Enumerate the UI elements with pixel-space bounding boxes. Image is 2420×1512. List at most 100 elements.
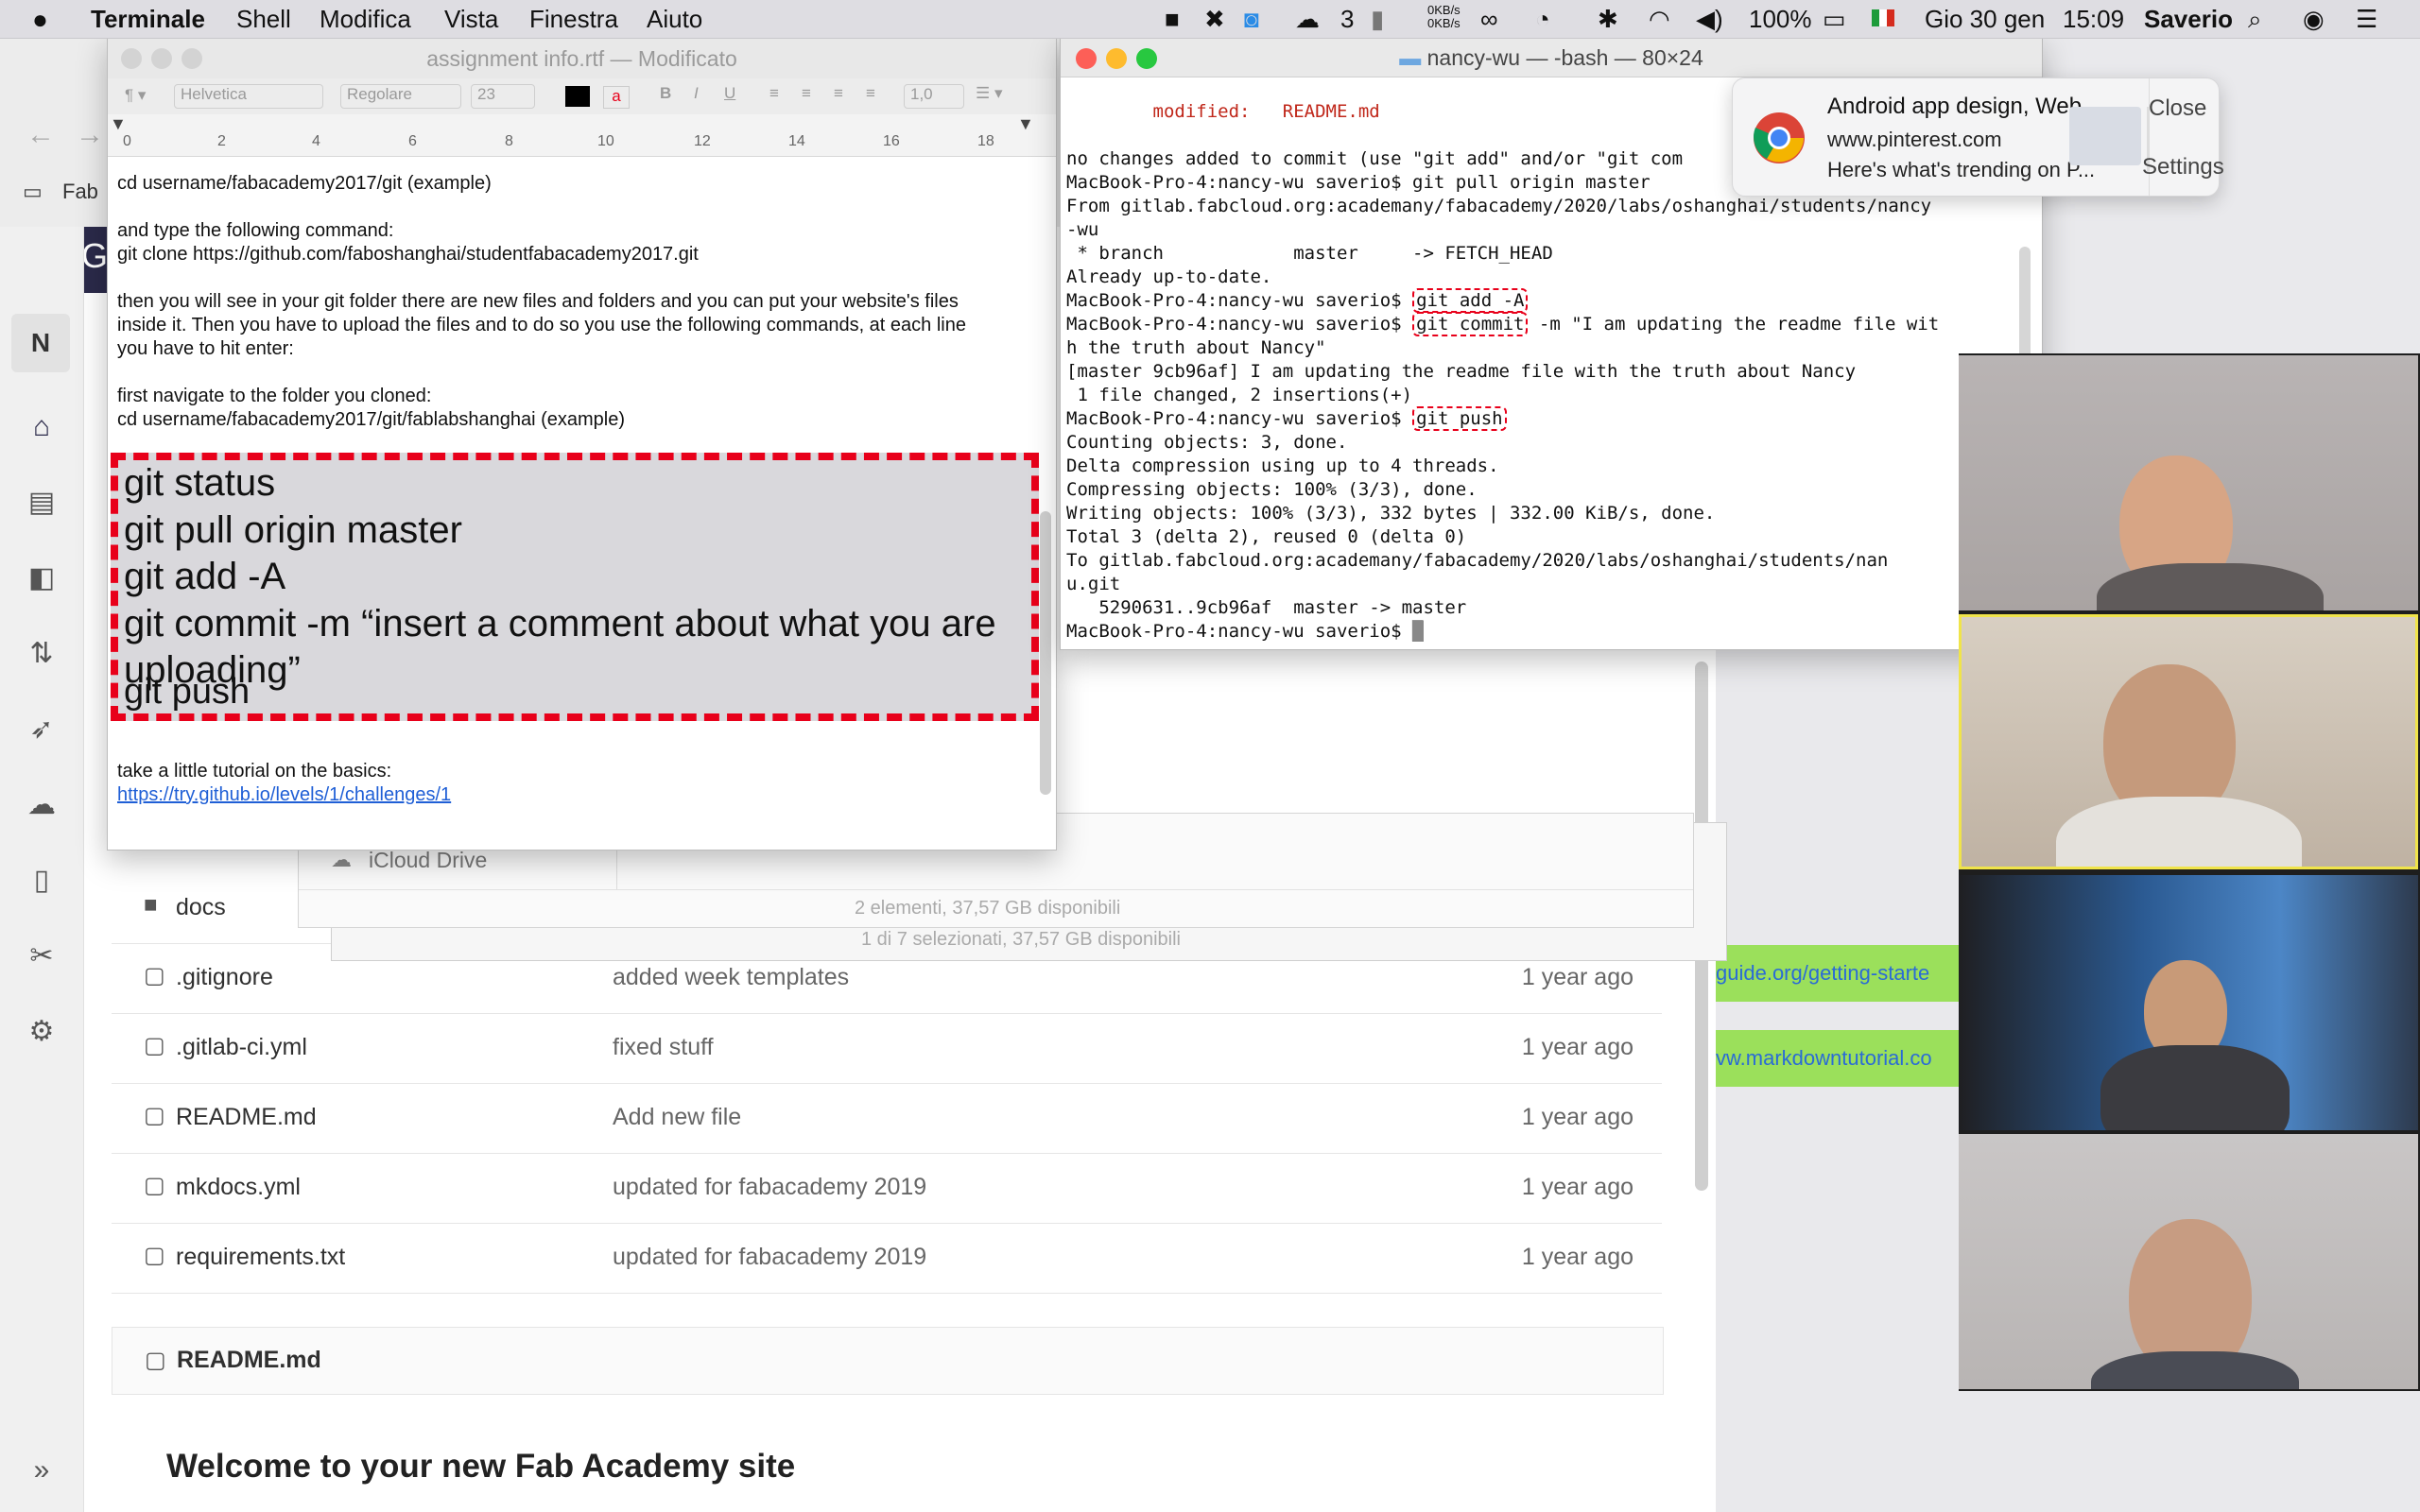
infinity-icon[interactable]: ∞ bbox=[1480, 5, 1498, 34]
menu-shell[interactable]: Shell bbox=[236, 5, 291, 34]
left-margin-marker-icon[interactable]: ▼ bbox=[110, 114, 127, 134]
highlight-color-icon[interactable]: a bbox=[603, 86, 630, 109]
command-line[interactable]: git push bbox=[124, 672, 250, 713]
doc-line[interactable]: cd username/fabacademy2017/git (example) bbox=[117, 173, 492, 195]
bookmark-fab[interactable]: Fab bbox=[62, 180, 98, 204]
menu-aiuto[interactable]: Aiuto bbox=[647, 5, 702, 34]
menubar-date[interactable]: Gio 30 gen bbox=[1925, 5, 2045, 34]
command-line[interactable]: git commit -m “insert a comment about wh… bbox=[124, 603, 996, 645]
textedit-titlebar[interactable]: assignment info.rtf — Modificato bbox=[108, 39, 1056, 78]
ruler[interactable]: 0 2 4 6 8 10 12 14 16 18 ▼ ▼ bbox=[108, 114, 1056, 157]
file-name[interactable]: requirements.txt bbox=[176, 1244, 345, 1271]
home-icon[interactable]: ⌂ bbox=[23, 408, 60, 446]
table-row[interactable]: ▢ requirements.txt updated for fabacadem… bbox=[112, 1223, 1662, 1294]
scissors-icon[interactable]: ✂ bbox=[23, 937, 60, 975]
close-window-icon[interactable] bbox=[121, 48, 142, 69]
align-center-icon[interactable]: ≡ bbox=[802, 84, 811, 103]
textedit-scrollbar[interactable] bbox=[1040, 511, 1051, 795]
cloud-icon[interactable]: ☁ bbox=[23, 786, 60, 824]
link-markdown-tutorial[interactable]: vw.markdowntutorial.co bbox=[1716, 1030, 1959, 1087]
bookmark-folder-icon[interactable]: ▭ bbox=[23, 180, 43, 204]
video-tile-4[interactable] bbox=[1959, 1134, 2418, 1389]
paragraph-style-icon[interactable]: ¶ ▾ bbox=[125, 86, 146, 105]
forward-icon[interactable]: → bbox=[76, 119, 104, 151]
file-name[interactable]: docs bbox=[176, 894, 226, 921]
apple-icon[interactable]: ● bbox=[32, 5, 48, 35]
command-line[interactable]: git pull origin master bbox=[124, 509, 462, 552]
bluetooth-icon[interactable]: ✱ bbox=[1598, 5, 1618, 34]
screen-record-icon[interactable]: ■ bbox=[1165, 5, 1180, 34]
document-icon[interactable]: ▤ bbox=[23, 484, 60, 522]
doc-line[interactable]: and type the following command: bbox=[117, 220, 393, 242]
doc-line[interactable]: first navigate to the folder you cloned: bbox=[117, 386, 431, 407]
bold-button[interactable]: B bbox=[660, 84, 671, 103]
font-style-select[interactable]: Regolare bbox=[340, 84, 461, 109]
video-tile-2-active-speaker[interactable] bbox=[1959, 614, 2418, 869]
menu-app-name[interactable]: Terminale bbox=[91, 5, 205, 34]
time-machine-icon[interactable]: ◔ bbox=[1535, 5, 1550, 34]
table-row[interactable]: ▢ mkdocs.yml updated for fabacademy 2019… bbox=[112, 1153, 1662, 1224]
project-avatar[interactable]: N bbox=[11, 314, 70, 372]
tutorial-link[interactable]: https://try.github.io/levels/1/challenge… bbox=[117, 784, 451, 806]
table-row[interactable]: ▢ .gitlab-ci.yml fixed stuff 1 year ago bbox=[112, 1013, 1662, 1084]
minimize-window-icon[interactable] bbox=[151, 48, 172, 69]
menubar-time[interactable]: 15:09 bbox=[2063, 5, 2124, 34]
align-right-icon[interactable]: ≡ bbox=[834, 84, 843, 103]
font-size-select[interactable]: 23 bbox=[471, 84, 535, 109]
align-left-icon[interactable]: ≡ bbox=[769, 84, 779, 103]
doc-line[interactable]: cd username/fabacademy2017/git/fablabsha… bbox=[117, 409, 625, 431]
menu-modifica[interactable]: Modifica bbox=[320, 5, 411, 34]
command-line[interactable]: git add -A bbox=[124, 556, 285, 598]
menubar-user[interactable]: Saverio bbox=[2144, 5, 2233, 34]
video-tile-1[interactable] bbox=[1959, 355, 2418, 610]
close-window-icon[interactable] bbox=[1076, 48, 1097, 69]
file-name[interactable]: .gitignore bbox=[176, 964, 273, 991]
line-spacing-select[interactable]: 1,0 bbox=[904, 84, 964, 109]
notification-center-icon[interactable]: ☰ bbox=[2356, 5, 2377, 34]
rocket-icon[interactable]: ➶ bbox=[23, 711, 60, 748]
spotlight-search-icon[interactable]: ⌕ bbox=[2248, 5, 2262, 35]
command-line[interactable]: git status bbox=[124, 462, 275, 505]
app-c-icon[interactable]: ◙ bbox=[1244, 5, 1259, 34]
commit-message[interactable]: Add new file bbox=[613, 1104, 741, 1131]
wifi-icon[interactable]: ◠ bbox=[1649, 5, 1670, 34]
italian-flag-icon[interactable] bbox=[1872, 9, 1894, 26]
commit-message[interactable]: updated for fabacademy 2019 bbox=[613, 1244, 926, 1271]
italic-button[interactable]: I bbox=[694, 84, 699, 103]
file-name[interactable]: mkdocs.yml bbox=[176, 1174, 301, 1201]
collapse-sidebar-icon[interactable]: » bbox=[23, 1452, 60, 1489]
text-color-swatch[interactable] bbox=[565, 86, 590, 107]
capture-icon[interactable]: ✖ bbox=[1204, 5, 1225, 34]
highlighted-commands-box[interactable]: git status git pull origin master git ad… bbox=[111, 453, 1039, 721]
doc-line[interactable]: git clone https://github.com/faboshangha… bbox=[117, 244, 699, 266]
commit-message[interactable]: added week templates bbox=[613, 964, 849, 991]
underline-button[interactable]: U bbox=[724, 84, 735, 103]
trash-icon[interactable]: ▮ bbox=[1371, 5, 1384, 34]
doc-line[interactable]: then you will see in your git folder the… bbox=[117, 291, 959, 313]
volume-icon[interactable]: ◀) bbox=[1696, 5, 1723, 34]
notification-settings-button[interactable]: Settings bbox=[2142, 154, 2224, 180]
font-family-select[interactable]: Helvetica bbox=[174, 84, 323, 109]
doc-line[interactable]: take a little tutorial on the basics: bbox=[117, 761, 391, 782]
finder-sidebar-icloud[interactable]: iCloud Drive bbox=[369, 848, 487, 873]
siri-icon[interactable]: ◉ bbox=[2303, 5, 2325, 34]
notification-close-button[interactable]: Close bbox=[2149, 95, 2206, 122]
file-name[interactable]: .gitlab-ci.yml bbox=[176, 1034, 307, 1061]
link-getting-started[interactable]: guide.org/getting-starte bbox=[1716, 945, 1959, 1002]
right-margin-marker-icon[interactable]: ▼ bbox=[1017, 114, 1034, 134]
align-justify-icon[interactable]: ≡ bbox=[866, 84, 875, 103]
doc-line[interactable]: you have to hit enter: bbox=[117, 338, 294, 360]
battery-icon[interactable]: ▭ bbox=[1823, 5, 1846, 34]
minimize-window-icon[interactable] bbox=[1106, 48, 1127, 69]
zoom-window-icon[interactable] bbox=[1136, 48, 1157, 69]
table-row[interactable]: ▢ README.md Add new file 1 year ago bbox=[112, 1083, 1662, 1154]
commit-message[interactable]: updated for fabacademy 2019 bbox=[613, 1174, 926, 1201]
merge-request-icon[interactable]: ⇅ bbox=[23, 635, 60, 673]
zoom-window-icon[interactable] bbox=[182, 48, 202, 69]
doc-line[interactable]: inside it. Then you have to upload the f… bbox=[117, 315, 966, 336]
terminal-titlebar[interactable]: ▬ nancy-wu — -bash — 80×24 bbox=[1061, 39, 2042, 77]
menu-vista[interactable]: Vista bbox=[444, 5, 498, 34]
issues-icon[interactable]: ◧ bbox=[23, 559, 60, 597]
video-tile-3[interactable] bbox=[1959, 875, 2418, 1130]
book-icon[interactable]: ▯ bbox=[23, 862, 60, 900]
